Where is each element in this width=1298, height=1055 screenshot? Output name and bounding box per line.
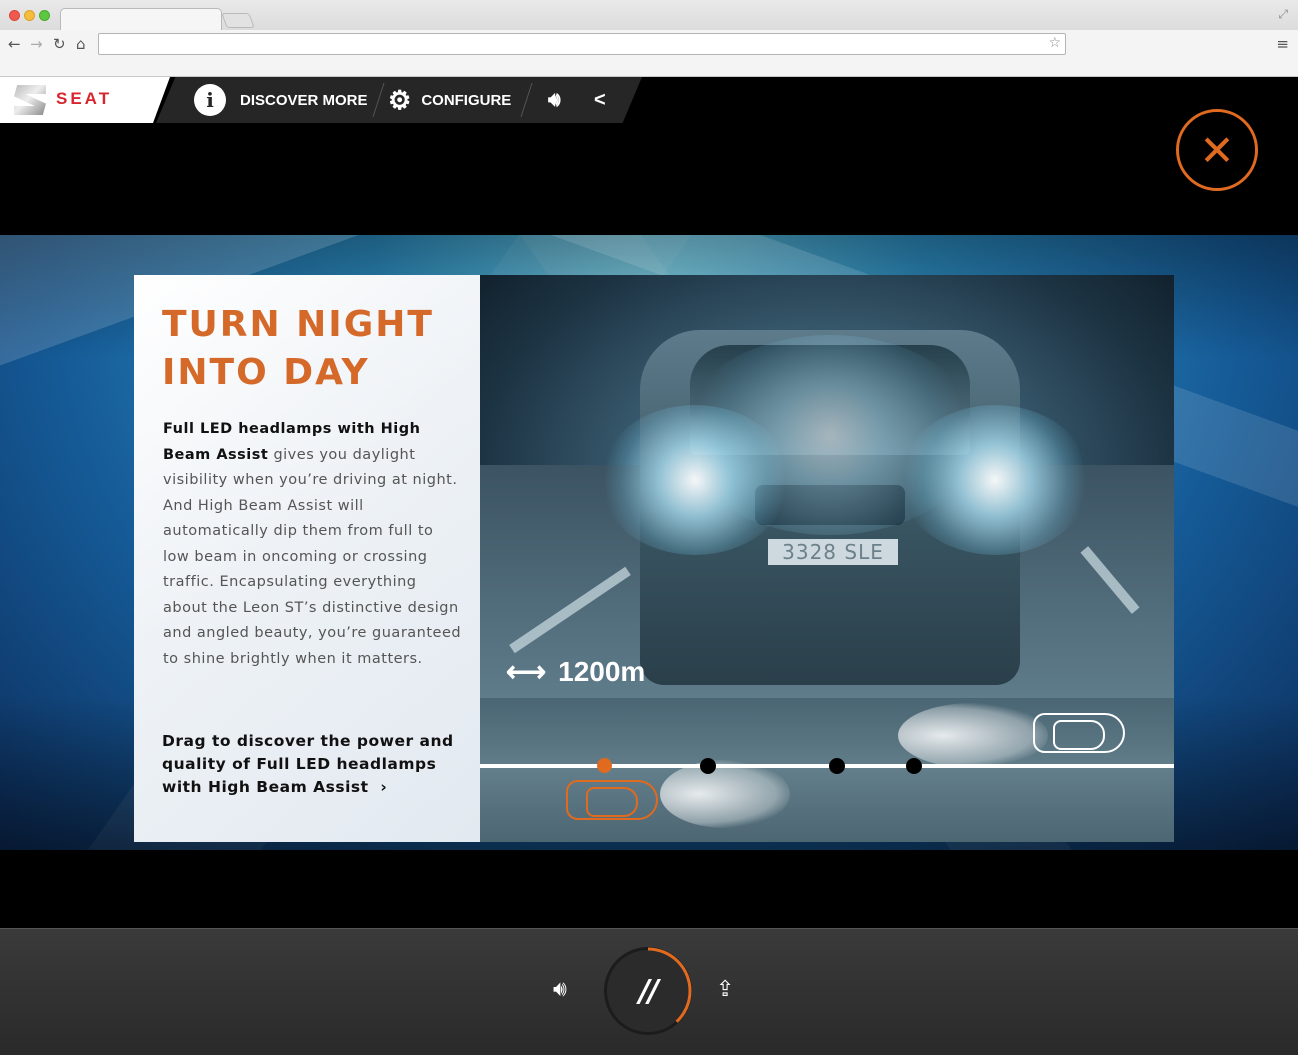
license-plate: 3328 SLE (768, 539, 898, 565)
feature-description: Full LED headlamps with High Beam Assist… (163, 417, 463, 672)
distance-arrows-icon: ⟷ (506, 656, 547, 687)
feature-title: TURN NIGHT INTO DAY (162, 301, 434, 397)
title-line-2: INTO DAY (162, 352, 370, 393)
distance-value: 1200m (558, 655, 646, 687)
home-icon[interactable]: ⌂ (76, 35, 86, 53)
discover-more-link[interactable]: i DISCOVER MORE (194, 77, 368, 123)
brand-wordmark: SEAT (56, 89, 113, 108)
volume-icon[interactable]: 🔊︎ (553, 977, 567, 1002)
hamburger-menu-icon[interactable]: ≡ (1276, 35, 1289, 53)
feature-text-panel: TURN NIGHT INTO DAY Full LED headlamps w… (134, 275, 480, 842)
slider-stop[interactable] (700, 758, 716, 774)
close-window-icon[interactable] (9, 10, 20, 21)
oncoming-beam (898, 703, 1048, 768)
share-arrow-icon[interactable]: ⇪ (716, 977, 734, 1002)
speaker-icon[interactable]: 🔊︎ (548, 77, 561, 123)
new-tab-button[interactable] (221, 13, 255, 28)
slider-stop[interactable] (829, 758, 845, 774)
star-icon[interactable]: ☆ (1048, 35, 1061, 51)
seat-s-emblem (14, 85, 46, 115)
share-icon[interactable]: < (594, 77, 606, 123)
minimize-window-icon[interactable] (24, 10, 35, 21)
maximize-window-icon[interactable] (39, 10, 50, 21)
fullscreen-icon[interactable]: ⤢ (1278, 7, 1288, 22)
chevron-right-icon: › (380, 778, 388, 796)
browser-titlebar: ⤢ (0, 0, 1298, 31)
browser-toolbar: ← → ↻ ⌂ ☆ ≡ (0, 30, 1298, 77)
address-bar[interactable]: ☆ (98, 33, 1066, 55)
nav-divider (520, 83, 533, 117)
beam-slider[interactable] (480, 698, 1174, 842)
pause-icon: // (639, 973, 659, 1009)
beam-distance: ⟷ 1200m (506, 655, 645, 688)
oncoming-car-icon (1033, 713, 1125, 753)
info-icon: i (194, 84, 226, 116)
headlamp-haze (680, 335, 980, 535)
description-rest: gives you daylight visibility when you’r… (163, 446, 462, 667)
seat-logo[interactable]: SEAT (0, 77, 170, 123)
gears-icon: ⚙ (388, 84, 412, 115)
top-nav: i DISCOVER MORE ⚙ CONFIGURE 🔊︎ < (156, 77, 642, 123)
browser-tab[interactable] (60, 8, 222, 31)
video-player-bar: 🔊︎ // ⇪ (0, 928, 1298, 1055)
drag-prompt-text: Drag to discover the power and quality o… (162, 732, 454, 796)
headlamp-photo: 3328 SLE ⟷ 1200m (480, 275, 1174, 698)
own-beam (660, 760, 790, 828)
reload-icon[interactable]: ↻ (53, 35, 66, 53)
slider-handle[interactable] (597, 758, 612, 773)
feature-hero: TURN NIGHT INTO DAY Full LED headlamps w… (0, 235, 1298, 850)
own-car-icon[interactable] (566, 780, 658, 820)
back-arrow-icon[interactable]: ← (8, 35, 21, 53)
forward-arrow-icon[interactable]: → (30, 35, 43, 53)
site-header: SEAT i DISCOVER MORE ⚙ CONFIGURE 🔊︎ < ✕ (0, 77, 1298, 235)
discover-more-label: DISCOVER MORE (240, 91, 368, 109)
configure-label: CONFIGURE (421, 91, 512, 109)
close-icon[interactable]: ✕ (1176, 109, 1258, 191)
drag-prompt[interactable]: Drag to discover the power and quality o… (162, 730, 462, 799)
configure-link[interactable]: ⚙ CONFIGURE (388, 77, 511, 123)
pause-button[interactable]: // (604, 947, 692, 1035)
slider-stop[interactable] (906, 758, 922, 774)
title-line-1: TURN NIGHT (162, 304, 434, 345)
nav-divider (372, 83, 385, 117)
slider-track[interactable] (480, 764, 1174, 768)
